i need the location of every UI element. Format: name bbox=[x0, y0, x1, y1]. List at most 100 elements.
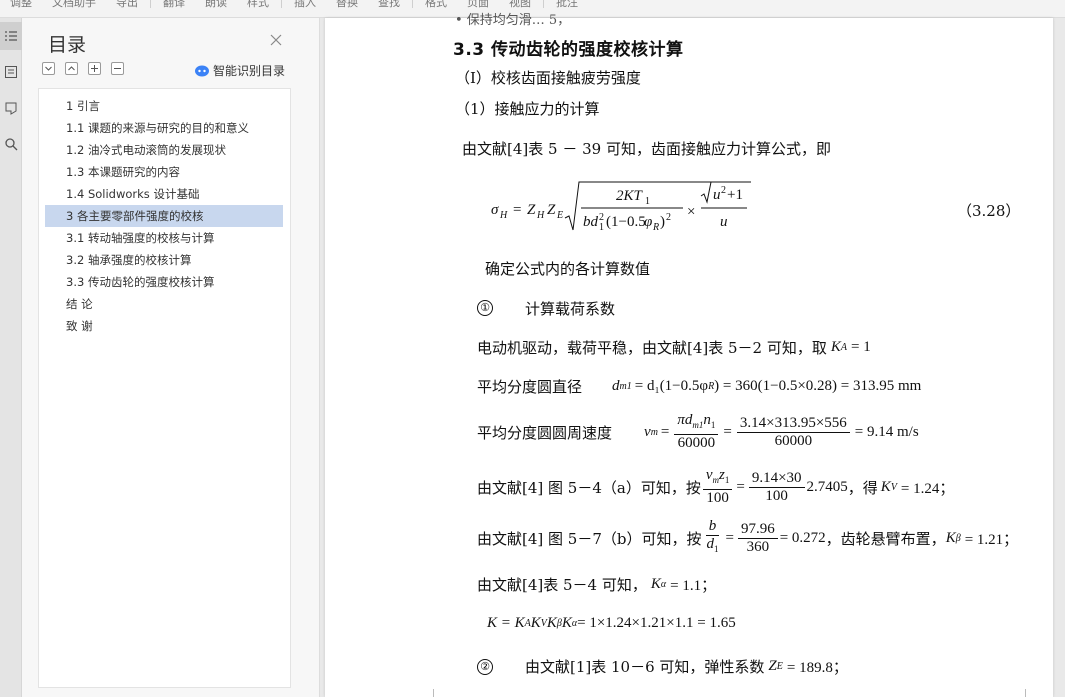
toc-item[interactable]: 1.4 Solidworks 设计基础 bbox=[39, 183, 290, 205]
toolbar-item[interactable]: 替换 bbox=[326, 0, 368, 8]
kf1-den: 100 bbox=[706, 490, 729, 506]
svg-text:H: H bbox=[536, 210, 545, 221]
svg-text:E: E bbox=[556, 210, 563, 221]
toolbar-item[interactable]: 调整 bbox=[0, 0, 42, 8]
toolbar-separator bbox=[412, 0, 413, 8]
svg-text:1: 1 bbox=[645, 196, 650, 207]
toolbar-item[interactable]: 视图 bbox=[499, 0, 541, 8]
remove-heading-button[interactable] bbox=[111, 62, 124, 75]
toc-item[interactable]: 3.2 轴承强度的校核计算 bbox=[39, 249, 290, 271]
chevron-up-icon bbox=[68, 66, 75, 71]
contact-stress-formula: σH = ZH ZE 2KT 1 bd 21 (1−0.5φ R) 2 × u 2 +1 u bbox=[491, 181, 751, 233]
add-heading-button[interactable] bbox=[88, 62, 101, 75]
expand-all-button[interactable] bbox=[42, 62, 55, 75]
toc-item[interactable]: 3.3 传动齿轮的强度校核计算 bbox=[39, 271, 290, 293]
toolbar-item[interactable]: 朗读 bbox=[195, 0, 237, 8]
bookmark-button[interactable] bbox=[0, 94, 22, 122]
toolbar-item[interactable]: 样式 bbox=[237, 0, 279, 8]
kbeta-mid: = 0.272 bbox=[779, 529, 826, 546]
paragraph-1: 由文献[4]表 5 － 39 可知，齿面接触应力计算公式，即 bbox=[462, 140, 831, 158]
smart-toc-button[interactable]: 智能识别目录 bbox=[194, 62, 285, 79]
page-corner-mark bbox=[433, 689, 434, 697]
svg-text:Z: Z bbox=[547, 202, 556, 218]
svg-text:φ: φ bbox=[644, 214, 652, 230]
toc-item[interactable]: 1 引言 bbox=[39, 95, 290, 117]
toc-view-button[interactable] bbox=[0, 22, 22, 50]
kbeta-text: 由文献[4] 图 5－7（b）可知，按 bbox=[477, 529, 702, 548]
toc-item[interactable]: 1.3 本课题研究的内容 bbox=[39, 161, 290, 183]
k-d: K bbox=[561, 615, 572, 631]
vf1-num-tail-sub: 1 bbox=[710, 420, 716, 430]
toolbar-item[interactable]: 批注 bbox=[546, 0, 588, 8]
bf1-den-sub: 1 bbox=[713, 544, 719, 554]
toolbar-separator bbox=[281, 0, 282, 8]
toc-item[interactable]: 3 各主要零部件强度的校核 bbox=[45, 205, 283, 227]
plus-icon bbox=[91, 65, 98, 72]
velocity-fraction-2: 3.14×313.95×556 60000 bbox=[736, 415, 850, 450]
svg-text:): ) bbox=[660, 214, 665, 230]
svg-text:Z: Z bbox=[527, 202, 536, 218]
k-value: = 1×1.24×1.21×1.1 = 1.65 bbox=[577, 615, 736, 631]
toc-item[interactable]: 致 谢 bbox=[39, 315, 290, 337]
close-icon[interactable] bbox=[268, 32, 284, 48]
toc-item[interactable]: 结 论 bbox=[39, 293, 290, 315]
toc-item[interactable]: 1.2 油冷式电动滚筒的发展现状 bbox=[39, 139, 290, 161]
mean-diameter-label: 平均分度圆直径 bbox=[477, 378, 583, 396]
svg-text:(1−0.5: (1−0.5 bbox=[606, 214, 646, 230]
svg-text:×: × bbox=[687, 204, 695, 220]
kbeta-tail: ，齿轮悬臂布置， bbox=[825, 529, 946, 548]
vm-sub: m bbox=[650, 426, 658, 438]
toolbar-item[interactable]: 文档助手 bbox=[42, 0, 106, 8]
ze-text: 由文献[1]表 10－6 可知，弹性系数 bbox=[525, 658, 765, 676]
ka-sub: A bbox=[840, 342, 847, 353]
svg-text:R: R bbox=[652, 222, 659, 233]
kbeta-fraction-2: 97.96 360 bbox=[737, 521, 778, 556]
chevron-down-icon bbox=[45, 66, 52, 71]
step-2-marker: ② bbox=[477, 659, 493, 675]
toolbar-item[interactable]: 插入 bbox=[284, 0, 326, 8]
kbeta-line: 由文献[4] 图 5－7（b）可知，按 b d1 = 97.96 360 = 0.2… bbox=[477, 518, 1018, 558]
svg-text:u: u bbox=[720, 214, 728, 230]
bf2-den: 360 bbox=[746, 538, 770, 555]
equation-number: （3.28） bbox=[957, 202, 1021, 220]
kv-fraction-1: vmz1 100 bbox=[702, 467, 733, 507]
section-heading: 3.3 传动齿轮的强度校核计算 bbox=[453, 40, 684, 60]
toolbar-item[interactable]: 页面 bbox=[457, 0, 499, 8]
k-c: K bbox=[546, 615, 557, 631]
k-lhs: K = K bbox=[487, 615, 525, 631]
kalpha-text: 由文献[4]表 5－4 可知， bbox=[477, 576, 647, 594]
vf1-num-sub: m1 bbox=[692, 420, 704, 430]
svg-text:bd: bd bbox=[583, 214, 599, 230]
toolbar-item[interactable]: 查找 bbox=[368, 0, 410, 8]
vf2-num: 3.14×313.95×556 bbox=[736, 415, 850, 433]
kalpha-value: = 1.1； bbox=[670, 578, 717, 594]
dm1-sub: m1 bbox=[619, 381, 632, 392]
document-area: • 保持均匀滑… 5， 3.3 传动齿轮的强度校核计算 （Ⅰ）校核齿面接触疲劳强… bbox=[321, 13, 1065, 697]
smart-toc-label: 智能识别目录 bbox=[213, 64, 286, 78]
load-factor-ka-line: 电动机驱动，载荷平稳，由文献[4]表 5－2 可知，取 KA = 1 bbox=[477, 337, 871, 358]
toolbar-item[interactable]: 导出 bbox=[106, 0, 148, 8]
collapse-all-button[interactable] bbox=[65, 62, 78, 75]
total-load-factor-line: K = KA KV Kβ Kα = 1×1.24×1.21×1.1 = 1.65 bbox=[487, 615, 736, 632]
vf1-num: πd bbox=[677, 412, 693, 428]
search-icon bbox=[5, 138, 18, 151]
toolbar-item[interactable]: 格式 bbox=[415, 0, 457, 8]
side-icon-rail bbox=[0, 18, 22, 697]
svg-text:=: = bbox=[513, 202, 521, 218]
ka-symbol: K bbox=[830, 339, 841, 355]
find-button[interactable] bbox=[0, 130, 22, 158]
svg-text:H: H bbox=[499, 210, 508, 221]
vf2-den: 60000 bbox=[774, 432, 813, 449]
kalpha-symbol: K bbox=[650, 576, 661, 592]
toolbar-separator bbox=[543, 0, 544, 8]
outline-button[interactable] bbox=[0, 58, 22, 86]
svg-text:u: u bbox=[713, 187, 721, 203]
toolbar-item[interactable]: 翻译 bbox=[153, 0, 195, 8]
kv-fraction-2: 9.14×30 100 bbox=[748, 470, 805, 505]
toc-item[interactable]: 1.1 课题的来源与研究的目的和意义 bbox=[39, 117, 290, 139]
kv-text: 由文献[4] 图 5－4（a）可知，按 bbox=[477, 478, 701, 497]
toc-title: 目录 bbox=[48, 34, 87, 56]
vf1-num-tail: n bbox=[703, 412, 711, 428]
toc-item[interactable]: 3.1 转动轴强度的校核与计算 bbox=[39, 227, 290, 249]
toc-toolbar bbox=[42, 62, 124, 75]
